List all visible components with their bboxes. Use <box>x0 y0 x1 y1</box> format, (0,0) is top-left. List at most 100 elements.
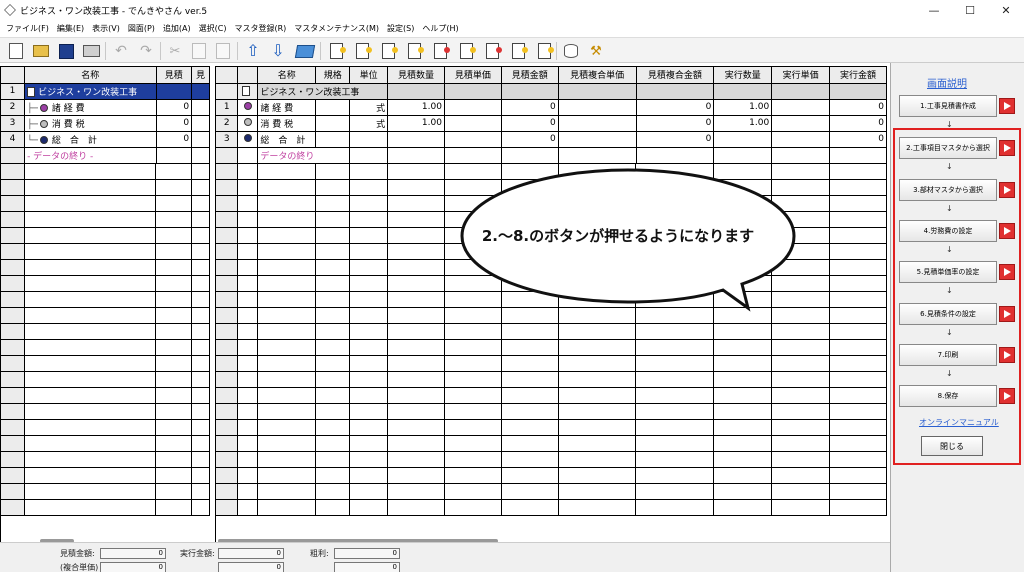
cell[interactable] <box>237 483 259 500</box>
cell[interactable] <box>191 499 210 516</box>
cell[interactable] <box>635 403 715 420</box>
cell[interactable] <box>191 323 210 340</box>
menu-edit[interactable]: 編集(E) <box>57 23 84 34</box>
cell[interactable] <box>257 163 317 180</box>
cell[interactable] <box>257 227 317 244</box>
cell[interactable] <box>237 499 259 516</box>
cell[interactable] <box>24 451 157 468</box>
cell[interactable] <box>771 435 831 452</box>
cell[interactable] <box>829 243 887 260</box>
cell[interactable] <box>315 371 351 388</box>
new-document-button[interactable] <box>6 41 26 61</box>
table-row[interactable]: 2 ├─ 諸 経 費 0 <box>1 99 210 116</box>
cell[interactable] <box>191 115 210 132</box>
empty-row[interactable] <box>216 419 887 436</box>
doc-tool-5[interactable] <box>430 41 450 61</box>
cell[interactable] <box>829 339 887 356</box>
cell[interactable] <box>713 451 773 468</box>
menu-drawing[interactable]: 図面(P) <box>128 23 155 34</box>
doc-tool-7[interactable] <box>482 41 502 61</box>
cell[interactable] <box>237 323 259 340</box>
cell[interactable] <box>558 403 637 420</box>
cell[interactable] <box>315 259 351 276</box>
cell[interactable] <box>829 483 887 500</box>
est-comp-amount-cell[interactable]: 0 <box>636 131 715 148</box>
empty-row[interactable] <box>216 387 887 404</box>
empty-row[interactable] <box>1 435 210 452</box>
cell[interactable] <box>24 323 157 340</box>
cell[interactable] <box>191 403 210 420</box>
cell[interactable] <box>191 243 210 260</box>
cell[interactable] <box>501 387 559 404</box>
cell[interactable] <box>771 467 831 484</box>
cell[interactable] <box>829 227 887 244</box>
cell[interactable] <box>155 291 193 308</box>
est-price-cell[interactable] <box>444 131 502 148</box>
est-qty-cell[interactable]: 1.00 <box>387 99 445 116</box>
empty-row[interactable] <box>1 163 210 180</box>
doc-tool-4[interactable] <box>404 41 424 61</box>
menu-view[interactable]: 表示(V) <box>92 23 120 34</box>
cell[interactable] <box>501 323 559 340</box>
cell[interactable] <box>257 195 317 212</box>
cell[interactable] <box>349 483 389 500</box>
tree-item[interactable]: ├─ 消 費 税 <box>24 115 157 132</box>
cell[interactable] <box>237 467 259 484</box>
cell[interactable] <box>349 163 389 180</box>
doc-tool-9[interactable] <box>534 41 554 61</box>
empty-row[interactable] <box>1 403 210 420</box>
cell[interactable] <box>315 419 351 436</box>
cell[interactable] <box>191 339 210 356</box>
cell[interactable] <box>191 99 210 116</box>
cell[interactable] <box>444 403 502 420</box>
table-row[interactable]: 2 消 費 税 式 1.00 0 0 1.00 0 <box>216 115 887 132</box>
doc-tool-1[interactable] <box>326 41 346 61</box>
cell[interactable] <box>501 355 559 372</box>
cell[interactable] <box>191 307 210 324</box>
move-up-button[interactable]: ⇧ <box>243 41 263 61</box>
cell[interactable] <box>771 323 831 340</box>
cell[interactable] <box>635 451 715 468</box>
menu-file[interactable]: ファイル(F) <box>6 23 49 34</box>
cell[interactable] <box>191 131 210 148</box>
est-price-cell[interactable] <box>444 99 502 116</box>
cell[interactable] <box>315 451 351 468</box>
cell[interactable] <box>237 387 259 404</box>
cell[interactable] <box>349 451 389 468</box>
estimate-cell[interactable]: 0 <box>156 115 193 132</box>
create-estimate-button[interactable]: 1.工事見積書作成 <box>899 95 997 117</box>
cell[interactable] <box>349 339 389 356</box>
cell[interactable] <box>713 435 773 452</box>
cell[interactable] <box>237 419 259 436</box>
cell[interactable] <box>558 339 637 356</box>
empty-row[interactable] <box>1 259 210 276</box>
cell[interactable] <box>558 323 637 340</box>
cell[interactable] <box>387 323 445 340</box>
empty-row[interactable] <box>1 179 210 196</box>
cell[interactable] <box>771 355 831 372</box>
cell[interactable] <box>155 467 193 484</box>
cell[interactable] <box>191 163 210 180</box>
cell[interactable] <box>191 387 210 404</box>
cell[interactable] <box>558 419 637 436</box>
header-name[interactable]: 名称 <box>257 67 317 84</box>
cell[interactable] <box>829 387 887 404</box>
cell[interactable] <box>315 275 351 292</box>
cell[interactable] <box>315 483 351 500</box>
cell[interactable] <box>444 339 502 356</box>
cell[interactable] <box>257 179 317 196</box>
cell[interactable] <box>501 419 559 436</box>
cell[interactable] <box>771 499 831 516</box>
cell[interactable] <box>155 275 193 292</box>
table-row[interactable]: 3 ├─ 消 費 税 0 <box>1 115 210 132</box>
cell[interactable] <box>771 403 831 420</box>
cell[interactable] <box>315 435 351 452</box>
cell[interactable] <box>191 211 210 228</box>
header-exec-qty[interactable]: 実行数量 <box>713 67 773 84</box>
header-spec[interactable]: 規格 <box>315 67 351 84</box>
cell[interactable] <box>349 435 389 452</box>
cell[interactable] <box>237 307 259 324</box>
empty-row[interactable] <box>1 211 210 228</box>
cell[interactable] <box>191 451 210 468</box>
cell[interactable] <box>387 307 445 324</box>
